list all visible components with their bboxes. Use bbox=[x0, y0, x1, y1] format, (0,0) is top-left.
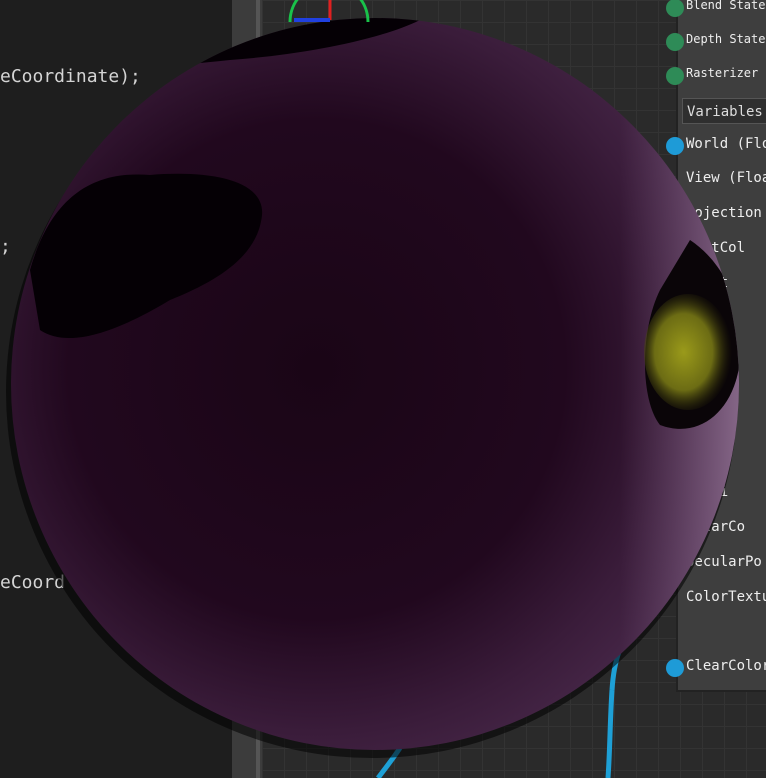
3d-viewport[interactable] bbox=[0, 0, 766, 778]
specular-highlight bbox=[644, 294, 732, 410]
transform-gizmo-icon[interactable] bbox=[284, 0, 374, 30]
